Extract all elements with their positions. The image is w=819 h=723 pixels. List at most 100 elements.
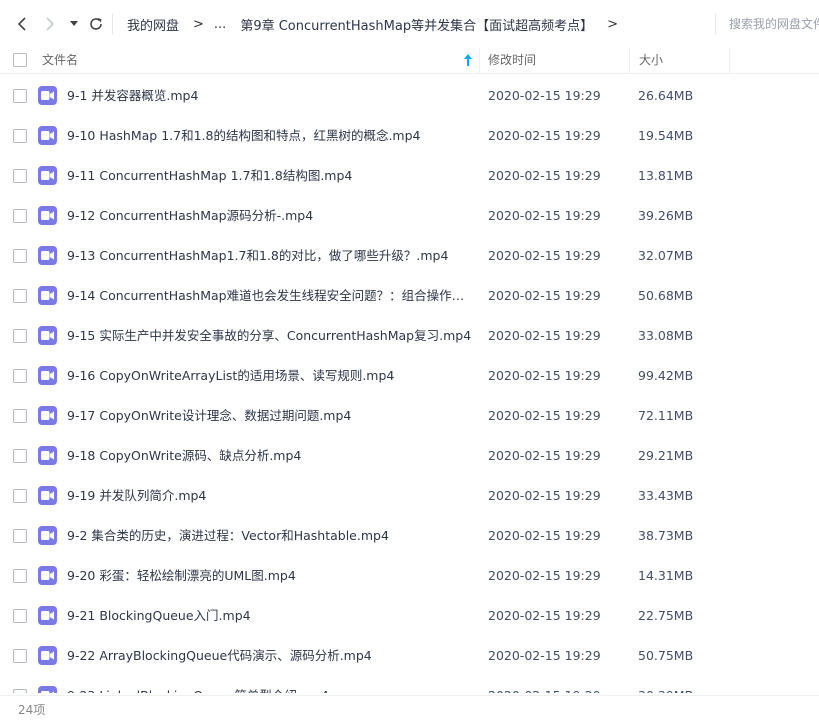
row-checkbox[interactable] — [13, 649, 27, 663]
file-name[interactable]: 9-21 BlockingQueue入门.mp4 — [67, 596, 472, 636]
row-checkbox[interactable] — [13, 369, 27, 383]
table-row[interactable]: 9-15 实际生产中并发安全事故的分享、ConcurrentHashMap复习.… — [0, 316, 819, 356]
video-file-icon — [38, 646, 57, 665]
row-checkbox[interactable] — [13, 609, 27, 623]
table-row[interactable]: 9-11 ConcurrentHashMap 1.7和1.8结构图.mp4 202… — [0, 156, 819, 196]
table-row[interactable]: 9-12 ConcurrentHashMap源码分析-.mp4 2020-02-1… — [0, 196, 819, 236]
file-name[interactable]: 9-18 CopyOnWrite源码、缺点分析.mp4 — [67, 436, 472, 476]
sort-up-arrow-icon[interactable] — [464, 54, 472, 69]
video-file-icon — [38, 366, 57, 385]
back-button[interactable] — [10, 0, 34, 48]
row-checkbox[interactable] — [13, 169, 27, 183]
file-size: 13.81MB — [638, 168, 694, 183]
chevron-right-icon — [46, 17, 55, 31]
video-file-icon — [38, 206, 57, 225]
file-modified-time: 2020-02-15 19:29 — [488, 408, 601, 423]
file-name[interactable]: 9-20 彩蛋：轻松绘制漂亮的UML图.mp4 — [67, 556, 472, 596]
file-size: 72.11MB — [638, 408, 694, 423]
table-row[interactable]: 9-14 ConcurrentHashMap难道也会发生线程安全问题？：组合操作… — [0, 276, 819, 316]
file-name[interactable]: 9-22 ArrayBlockingQueue代码演示、源码分析.mp4 — [67, 636, 472, 676]
file-size: 26.64MB — [638, 88, 694, 103]
row-checkbox[interactable] — [13, 89, 27, 103]
file-modified-time: 2020-02-15 19:29 — [488, 528, 601, 543]
breadcrumb-ellipsis[interactable]: ... — [214, 17, 226, 32]
file-name[interactable]: 9-14 ConcurrentHashMap难道也会发生线程安全问题？：组合操作… — [67, 276, 472, 316]
video-file-icon — [38, 246, 57, 265]
chevron-left-icon — [17, 17, 26, 31]
file-size: 19.54MB — [638, 128, 694, 143]
file-modified-time: 2020-02-15 19:29 — [488, 248, 601, 263]
column-divider[interactable] — [629, 48, 630, 74]
row-checkbox[interactable] — [13, 409, 27, 423]
row-checkbox[interactable] — [13, 689, 27, 693]
row-checkbox[interactable] — [13, 129, 27, 143]
file-modified-time: 2020-02-15 19:29 — [488, 368, 601, 383]
table-row[interactable]: 9-23 LinkedBlockingQueue简单型介绍.mp4 2020-02… — [0, 676, 819, 693]
table-row[interactable]: 9-1 并发容器概览.mp4 2020-02-15 19:29 26.64MB — [0, 76, 819, 116]
file-name[interactable]: 9-17 CopyOnWrite设计理念、数据过期问题.mp4 — [67, 396, 472, 436]
table-row[interactable]: 9-19 并发队列简介.mp4 2020-02-15 19:29 33.43MB — [0, 476, 819, 516]
table-row[interactable]: 9-10 HashMap 1.7和1.8的结构图和特点，红黑树的概念.mp4 20… — [0, 116, 819, 156]
table-row[interactable]: 9-20 彩蛋：轻松绘制漂亮的UML图.mp4 2020-02-15 19:29 1… — [0, 556, 819, 596]
table-row[interactable]: 9-13 ConcurrentHashMap1.7和1.8的对比，做了哪些升级？… — [0, 236, 819, 276]
video-file-icon — [38, 286, 57, 305]
file-modified-time: 2020-02-15 19:29 — [488, 168, 601, 183]
row-checkbox[interactable] — [13, 289, 27, 303]
table-row[interactable]: 9-18 CopyOnWrite源码、缺点分析.mp4 2020-02-15 19… — [0, 436, 819, 476]
column-divider[interactable] — [479, 48, 480, 74]
refresh-button[interactable] — [84, 0, 108, 48]
row-checkbox[interactable] — [13, 569, 27, 583]
file-list: 9-1 并发容器概览.mp4 2020-02-15 19:29 26.64MB 9-1… — [0, 76, 819, 693]
search-input[interactable]: 搜索我的网盘文件 — [715, 14, 819, 34]
file-name[interactable]: 9-10 HashMap 1.7和1.8的结构图和特点，红黑树的概念.mp4 — [67, 116, 472, 156]
video-file-icon — [38, 686, 57, 693]
file-size: 39.26MB — [638, 208, 694, 223]
file-modified-time: 2020-02-15 19:29 — [488, 448, 601, 463]
breadcrumb-root[interactable]: 我的网盘 — [127, 15, 179, 34]
video-file-icon — [38, 86, 57, 105]
file-size: 29.21MB — [638, 448, 694, 463]
breadcrumb-separator: > — [607, 16, 618, 32]
breadcrumb-current: 第9章 ConcurrentHashMap等并发集合【面试超高频考点】 — [240, 18, 594, 34]
table-header: 文件名 修改时间 大小 — [0, 48, 819, 74]
row-checkbox[interactable] — [13, 209, 27, 223]
file-name[interactable]: 9-19 并发队列简介.mp4 — [67, 476, 472, 516]
row-checkbox[interactable] — [13, 329, 27, 343]
column-header-modified[interactable]: 修改时间 — [488, 48, 536, 72]
table-row[interactable]: 9-2 集合类的历史，演进过程：Vector和Hashtable.mp4 2020… — [0, 516, 819, 556]
file-name[interactable]: 9-16 CopyOnWriteArrayList的适用场景、读写规则.mp4 — [67, 356, 472, 396]
forward-button[interactable] — [38, 0, 62, 48]
table-row[interactable]: 9-17 CopyOnWrite设计理念、数据过期问题.mp4 2020-02-1… — [0, 396, 819, 436]
file-size: 14.31MB — [638, 568, 694, 583]
video-file-icon — [38, 446, 57, 465]
file-modified-time: 2020-02-15 19:29 — [488, 288, 601, 303]
row-checkbox[interactable] — [13, 449, 27, 463]
file-name[interactable]: 9-23 LinkedBlockingQueue简单型介绍.mp4 — [67, 676, 472, 693]
file-name[interactable]: 9-2 集合类的历史，演进过程：Vector和Hashtable.mp4 — [67, 516, 472, 556]
file-name[interactable]: 9-13 ConcurrentHashMap1.7和1.8的对比，做了哪些升级？… — [67, 236, 472, 276]
file-name[interactable]: 9-12 ConcurrentHashMap源码分析-.mp4 — [67, 196, 472, 236]
row-checkbox[interactable] — [13, 249, 27, 263]
video-file-icon — [38, 606, 57, 625]
file-name[interactable]: 9-15 实际生产中并发安全事故的分享、ConcurrentHashMap复习.… — [67, 316, 472, 356]
file-modified-time: 2020-02-15 19:29 — [488, 208, 601, 223]
column-divider[interactable] — [729, 48, 730, 74]
row-checkbox[interactable] — [13, 529, 27, 543]
column-header-size[interactable]: 大小 — [639, 48, 663, 72]
file-name[interactable]: 9-1 并发容器概览.mp4 — [67, 76, 472, 116]
table-row[interactable]: 9-21 BlockingQueue入门.mp4 2020-02-15 19:29… — [0, 596, 819, 636]
table-row[interactable]: 9-16 CopyOnWriteArrayList的适用场景、读写规则.mp4 2… — [0, 356, 819, 396]
breadcrumb: 我的网盘 > ... 第9章 ConcurrentHashMap等并发集合【面试… — [127, 0, 618, 48]
file-size: 99.42MB — [638, 368, 694, 383]
file-name[interactable]: 9-11 ConcurrentHashMap 1.7和1.8结构图.mp4 — [67, 156, 472, 196]
video-file-icon — [38, 566, 57, 585]
select-all-checkbox[interactable] — [13, 53, 27, 67]
file-size: 32.07MB — [638, 248, 694, 263]
file-modified-time: 2020-02-15 19:29 — [488, 608, 601, 623]
column-header-name[interactable]: 文件名 — [42, 48, 78, 72]
history-dropdown-button[interactable] — [64, 0, 84, 48]
row-checkbox[interactable] — [13, 489, 27, 503]
table-row[interactable]: 9-22 ArrayBlockingQueue代码演示、源码分析.mp4 2020… — [0, 636, 819, 676]
video-file-icon — [38, 326, 57, 345]
file-modified-time: 2020-02-15 19:29 — [488, 128, 601, 143]
